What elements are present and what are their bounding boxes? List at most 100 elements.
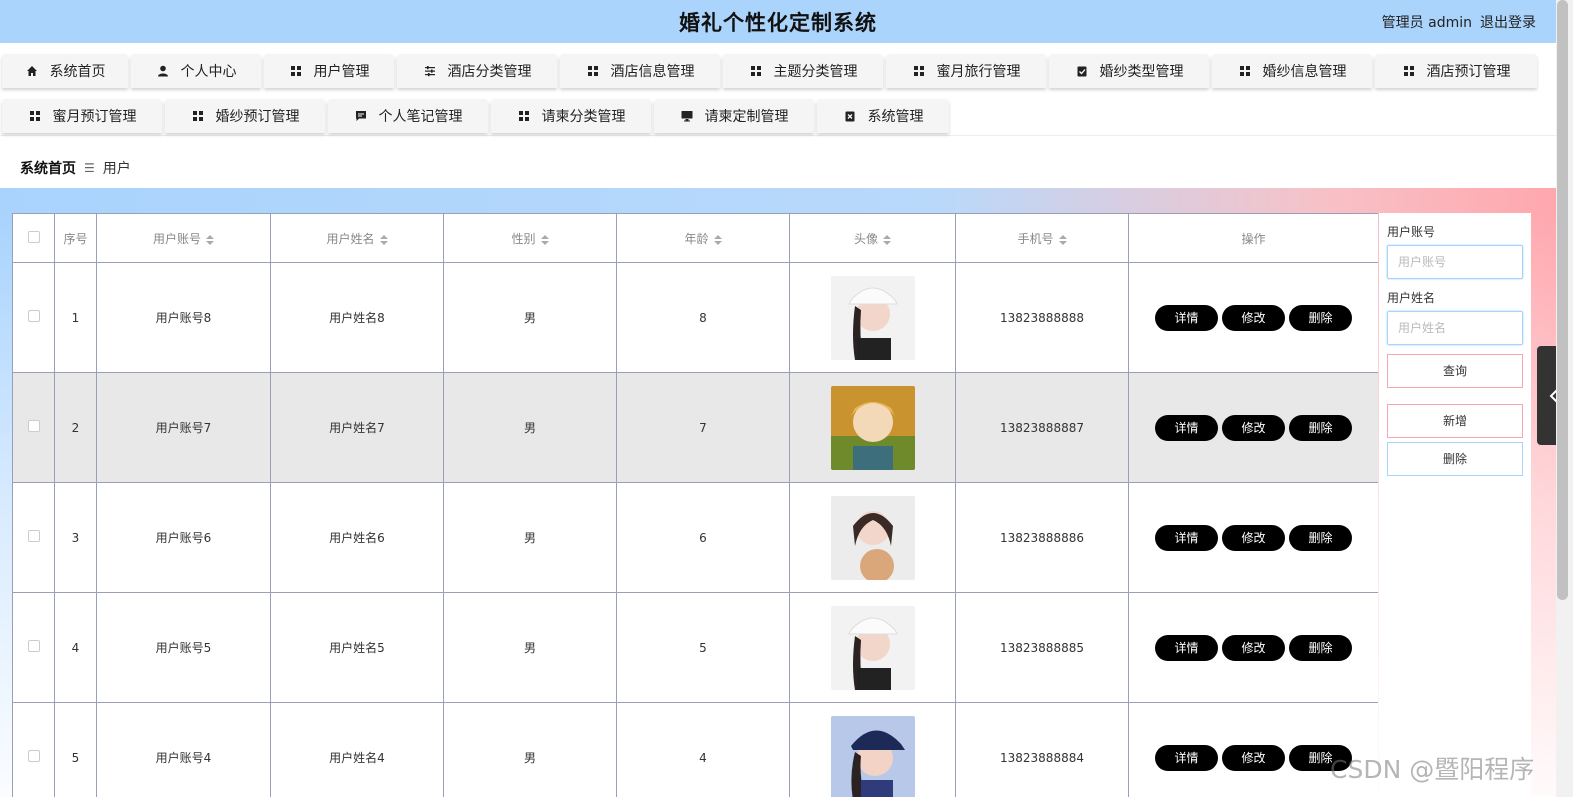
query-button[interactable]: 查询 (1387, 354, 1523, 388)
avatar-cell (789, 592, 956, 703)
breadcrumb-home[interactable]: 系统首页 (20, 158, 76, 178)
account-search-label: 用户账号 (1387, 225, 1436, 239)
nav-item-r2-5[interactable]: 系统管理 (817, 99, 949, 133)
nav-item-r1-9[interactable]: 酒店预订管理 (1375, 54, 1537, 88)
nav-item-r2-3[interactable]: 请柬分类管理 (491, 99, 651, 133)
col-account[interactable]: 用户账号 (96, 213, 271, 263)
detail-button[interactable]: 详情 (1155, 744, 1218, 771)
col-index: 序号 (54, 213, 97, 263)
nav-item-r2-1[interactable]: 婚纱预订管理 (165, 99, 325, 133)
col-actions: 操作 (1128, 213, 1378, 263)
nav-item-r2-2[interactable]: 个人笔记管理 (328, 99, 488, 133)
nav-item-r1-0[interactable]: 系统首页 (2, 54, 128, 88)
table-row[interactable]: 2 用户账号7 用户姓名7 男 7 13823888887 详情 修改 删除 (12, 372, 1378, 483)
row-checkbox[interactable] (27, 750, 40, 762)
select-cell[interactable] (12, 592, 55, 703)
select-cell[interactable] (12, 372, 55, 483)
scrollbar-thumb[interactable] (1557, 0, 1568, 600)
account-search-input[interactable] (1387, 245, 1523, 279)
grid-icon (1238, 64, 1252, 78)
avatar-cell (789, 372, 956, 483)
page-scrollbar[interactable] (1556, 0, 1573, 797)
nav-item-label: 酒店预订管理 (1426, 64, 1511, 80)
nav-item-r1-5[interactable]: 主题分类管理 (723, 54, 883, 88)
nav-item-label: 请柬分类管理 (541, 109, 626, 125)
batch-delete-button[interactable]: 删除 (1387, 442, 1523, 476)
col-age[interactable]: 年龄 (616, 213, 790, 263)
row-checkbox[interactable] (27, 640, 40, 652)
detail-button[interactable]: 详情 (1155, 304, 1218, 331)
select-all-checkbox[interactable] (27, 230, 40, 243)
col-name[interactable]: 用户姓名 (270, 213, 444, 263)
delete-button[interactable]: 删除 (1289, 304, 1352, 331)
table-row[interactable]: 5 用户账号4 用户姓名4 男 4 13823888884 详情 修改 删除 (12, 702, 1378, 797)
detail-button[interactable]: 详情 (1155, 414, 1218, 441)
nav-item-r2-0[interactable]: 蜜月预订管理 (2, 99, 162, 133)
name-search-input[interactable] (1387, 311, 1523, 345)
sort-icon[interactable] (1058, 234, 1067, 245)
add-button[interactable]: 新增 (1387, 404, 1523, 438)
edit-button[interactable]: 修改 (1222, 304, 1285, 331)
row-checkbox[interactable] (27, 420, 40, 432)
nav-item-r1-3[interactable]: 酒店分类管理 (397, 54, 557, 88)
nav-item-r1-1[interactable]: 个人中心 (131, 54, 261, 88)
breadcrumb-current: 用户 (102, 161, 131, 177)
detail-button[interactable]: 详情 (1155, 524, 1218, 551)
account-cell: 用户账号8 (96, 262, 271, 373)
select-cell[interactable] (12, 482, 55, 593)
sort-icon[interactable] (206, 234, 214, 245)
table-row[interactable]: 4 用户账号5 用户姓名5 男 5 13823888885 详情 修改 删除 (12, 592, 1378, 703)
nav-row-2: 蜜月预订管理 婚纱预订管理 个人笔记管理 请柬分类管理 请柬定制管理 系统管理 (2, 99, 1556, 133)
select-all-cell[interactable] (12, 213, 55, 263)
sort-icon[interactable] (713, 234, 722, 245)
phone-cell: 13823888886 (955, 482, 1129, 593)
top-header: 婚礼个性化定制系统 管理员 admin 退出登录 (0, 0, 1556, 43)
col-phone[interactable]: 手机号 (955, 213, 1129, 263)
table-row[interactable]: 3 用户账号6 用户姓名6 男 6 13823888886 详情 修改 删除 (12, 482, 1378, 593)
col-avatar[interactable]: 头像 (789, 213, 956, 263)
table-row[interactable]: 1 用户账号8 用户姓名8 男 8 13823888888 详情 修改 删除 (12, 262, 1378, 373)
select-cell[interactable] (12, 702, 55, 797)
edit-button[interactable]: 修改 (1222, 414, 1285, 441)
nav-item-r1-7[interactable]: 婚纱类型管理 (1049, 54, 1209, 88)
nav-item-label: 蜜月预订管理 (52, 109, 137, 125)
avatar-cell (789, 702, 956, 797)
user-icon (156, 64, 170, 78)
account-cell: 用户账号5 (96, 592, 271, 703)
avatar-cell (789, 482, 956, 593)
logout-link[interactable]: 退出登录 (1480, 12, 1536, 32)
row-checkbox[interactable] (27, 310, 40, 322)
grid-icon (517, 109, 531, 123)
nav-item-r1-2[interactable]: 用户管理 (264, 54, 394, 88)
detail-button[interactable]: 详情 (1155, 634, 1218, 661)
actions-cell: 详情 修改 删除 (1128, 482, 1378, 593)
grid-icon (1402, 64, 1416, 78)
sort-icon[interactable] (379, 234, 388, 245)
chat-icon (354, 109, 368, 123)
edit-button[interactable]: 修改 (1222, 524, 1285, 551)
sort-icon[interactable] (883, 234, 891, 245)
edit-button[interactable]: 修改 (1222, 744, 1285, 771)
edit-button[interactable]: 修改 (1222, 634, 1285, 661)
grid-icon (28, 109, 42, 123)
delete-button[interactable]: 删除 (1289, 524, 1352, 551)
sliders-icon (423, 64, 437, 78)
nav-item-r1-6[interactable]: 蜜月旅行管理 (886, 54, 1046, 88)
nav-item-r1-8[interactable]: 婚纱信息管理 (1212, 54, 1372, 88)
actions-cell: 详情 修改 删除 (1128, 262, 1378, 373)
phone-cell: 13823888884 (955, 702, 1129, 797)
index-cell: 4 (54, 592, 97, 703)
select-cell[interactable] (12, 262, 55, 373)
delete-button[interactable]: 删除 (1289, 414, 1352, 441)
delete-button[interactable]: 删除 (1289, 634, 1352, 661)
nav-item-label: 请柬定制管理 (704, 109, 789, 125)
sort-icon[interactable] (540, 234, 549, 245)
col-gender[interactable]: 性别 (443, 213, 617, 263)
user-area: 管理员 admin 退出登录 (1374, 0, 1536, 43)
nav-item-label: 主题分类管理 (773, 64, 858, 80)
nav-item-r1-4[interactable]: 酒店信息管理 (560, 54, 720, 88)
name-cell: 用户姓名4 (270, 702, 444, 797)
row-checkbox[interactable] (27, 530, 40, 542)
nav-item-r2-4[interactable]: 请柬定制管理 (654, 99, 814, 133)
name-cell: 用户姓名6 (270, 482, 444, 593)
